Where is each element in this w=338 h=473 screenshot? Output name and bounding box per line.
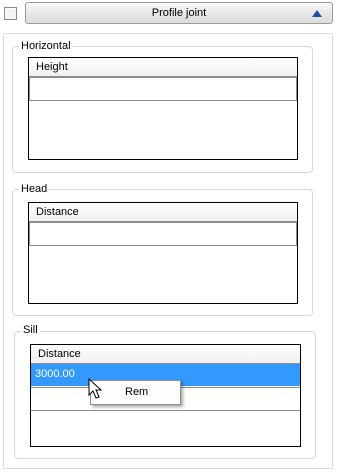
column-header-distance[interactable]: Distance	[29, 203, 297, 222]
horizontal-group-title: Horizontal	[19, 40, 73, 52]
column-header-distance[interactable]: Distance	[31, 345, 300, 364]
profile-joint-header-button[interactable]: Profile joint	[25, 2, 333, 24]
profile-joint-title: Profile joint	[151, 7, 207, 19]
new-row[interactable]	[29, 77, 297, 101]
column-header-height[interactable]: Height	[29, 58, 297, 77]
head-group-title: Head	[19, 183, 50, 195]
triangle-up-icon[interactable]	[312, 10, 322, 17]
new-row[interactable]	[29, 222, 297, 246]
enable-checkbox[interactable]	[4, 7, 17, 20]
context-menu-item-remove[interactable]: Rem	[125, 386, 148, 398]
sill-group-title: Sill	[21, 324, 40, 336]
head-grid[interactable]: Distance	[28, 202, 298, 304]
horizontal-grid[interactable]: Height	[28, 57, 298, 160]
mouse-cursor-icon	[88, 378, 103, 399]
